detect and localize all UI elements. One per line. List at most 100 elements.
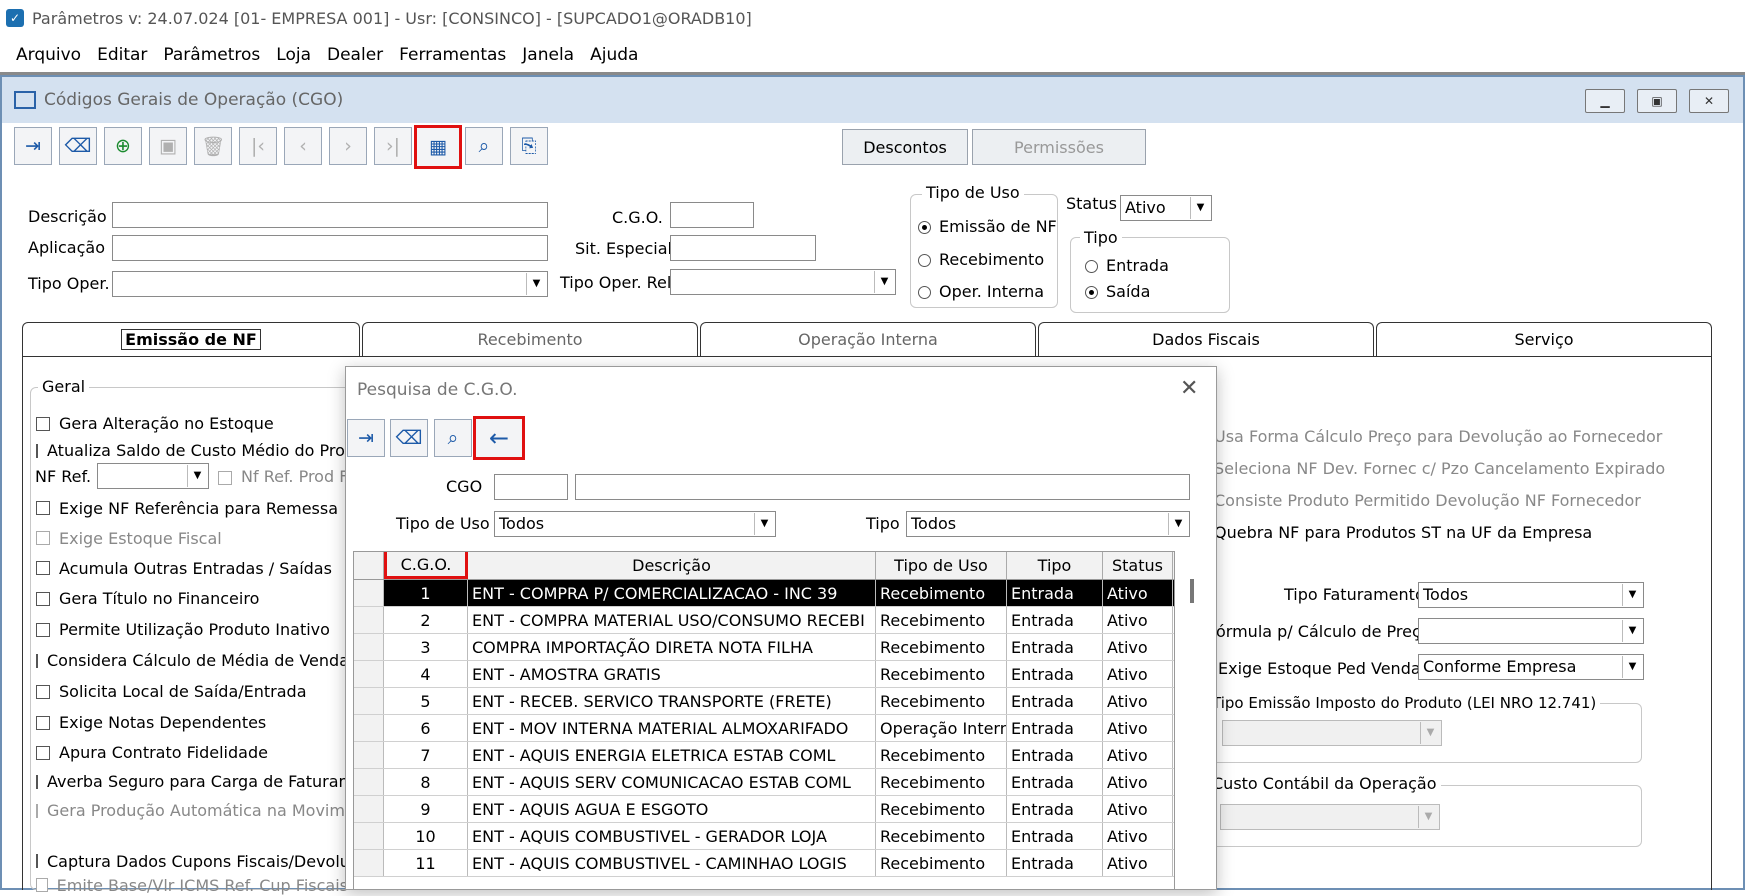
sit-especial-input[interactable] <box>670 235 816 261</box>
menu-janela[interactable]: Janela <box>522 45 574 65</box>
row-selector[interactable] <box>354 634 384 660</box>
check-apura-contrato[interactable]: Apura Contrato Fidelidade <box>36 738 348 767</box>
search-icon[interactable]: ⌕ <box>465 127 503 165</box>
row-selector[interactable] <box>354 742 384 768</box>
delete-icon[interactable]: 🗑 <box>194 127 232 165</box>
radio-saida[interactable]: Saída <box>1085 282 1150 301</box>
permissoes-button[interactable]: Permissões <box>972 129 1146 165</box>
row-selector[interactable] <box>354 580 384 606</box>
check-nf-ref-prod[interactable]: Nf Ref. Prod F <box>218 467 348 486</box>
exige-estoque-select[interactable]: Conforme Empresa ▼ <box>1418 654 1644 680</box>
check-permite-produto-inativo[interactable]: Permite Utilização Produto Inativo <box>36 614 348 645</box>
tab-recebimento[interactable]: Recebimento <box>362 322 698 356</box>
col-tipo-uso-header[interactable]: Tipo de Uso <box>876 552 1007 579</box>
save-icon[interactable]: ▣ <box>149 127 187 165</box>
col-descricao-header[interactable]: Descrição <box>468 552 876 579</box>
check-exige-nf-ref[interactable]: Exige NF Referência para Remessa <box>36 493 348 523</box>
menu-ferramentas[interactable]: Ferramentas <box>399 45 506 65</box>
table-row[interactable]: 11 ENT - AQUIS COMBUSTIVEL - CAMINHAO LOG… <box>354 850 1174 877</box>
check-seleciona-nf-dev[interactable]: Seleciona NF Dev. Fornec c/ Pzo Cancelam… <box>1214 452 1694 484</box>
tab-emissao-nf[interactable]: Emissão de NF <box>22 322 360 356</box>
add-icon[interactable]: ⊕ <box>104 127 142 165</box>
radio-oper-interna[interactable]: Oper. Interna <box>918 282 1044 301</box>
tipo-faturamento-select[interactable]: Todos ▼ <box>1418 582 1644 608</box>
check-averba-seguro[interactable]: Averba Seguro para Carga de Faturame <box>36 767 348 796</box>
aplicacao-input[interactable] <box>112 235 548 261</box>
check-captura-dados[interactable]: Captura Dados Cupons Fiscais/Devoluç <box>36 848 348 874</box>
descricao-input[interactable] <box>112 202 548 228</box>
modal-search-icon[interactable]: ⌕ <box>434 419 472 457</box>
menu-dealer[interactable]: Dealer <box>327 45 383 65</box>
check-gera-titulo[interactable]: Gera Título no Financeiro <box>36 583 348 614</box>
menu-loja[interactable]: Loja <box>276 45 311 65</box>
minimize-button[interactable]: ▁ <box>1585 89 1625 113</box>
menu-ajuda[interactable]: Ajuda <box>590 45 638 65</box>
col-cgo-header[interactable]: C.G.O. <box>384 552 468 579</box>
tab-servico[interactable]: Serviço <box>1376 322 1712 356</box>
col-tipo-header[interactable]: Tipo <box>1007 552 1103 579</box>
last-record-icon[interactable]: ›| <box>374 127 412 165</box>
row-selector[interactable] <box>354 796 384 822</box>
status-select[interactable]: Ativo ▼ <box>1120 195 1212 221</box>
table-row[interactable]: 9 ENT - AQUIS AGUA E ESGOTO Recebimento Ent… <box>354 796 1174 823</box>
prev-record-icon[interactable]: ‹ <box>284 127 322 165</box>
table-row[interactable]: 8 ENT - AQUIS SERV COMUNICACAO ESTAB COML… <box>354 769 1174 796</box>
row-selector[interactable] <box>354 715 384 741</box>
row-selector[interactable] <box>354 661 384 687</box>
eraser-icon[interactable]: ⌫ <box>59 127 97 165</box>
check-emite-base[interactable]: Emite Base/Vlr ICMS Ref. Cup Fiscais <box>36 874 348 896</box>
descontos-button[interactable]: Descontos <box>842 129 968 165</box>
check-quebra-nf[interactable]: Quebra NF para Produtos ST na UF da Empr… <box>1214 516 1694 548</box>
check-exige-estoque-fiscal[interactable]: Exige Estoque Fiscal <box>36 523 348 553</box>
check-acumula-outras[interactable]: Acumula Outras Entradas / Saídas <box>36 553 348 583</box>
grid-scrollbar[interactable] <box>1190 579 1194 603</box>
formula-select[interactable]: ▼ <box>1418 618 1644 644</box>
cgo-input[interactable] <box>670 202 754 228</box>
modal-cgo-desc-input[interactable] <box>575 474 1190 500</box>
check-considera-calculo[interactable]: Considera Cálculo de Média de Vendas <box>36 645 348 676</box>
check-solicita-local[interactable]: Solicita Local de Saída/Entrada <box>36 676 348 707</box>
menu-editar[interactable]: Editar <box>97 45 147 65</box>
tipo-oper-rel-select[interactable]: ▼ <box>670 269 896 295</box>
table-row[interactable]: 2 ENT - COMPRA MATERIAL USO/CONSUMO RECEB… <box>354 607 1174 634</box>
close-window-button[interactable]: ✕ <box>1689 89 1729 113</box>
check-consiste-produto[interactable]: Consiste Produto Permitido Devolução NF … <box>1214 484 1694 516</box>
first-record-icon[interactable]: |‹ <box>239 127 277 165</box>
modal-tipo-uso-select[interactable]: Todos ▼ <box>494 511 776 537</box>
maximize-button[interactable]: ▣ <box>1637 89 1677 113</box>
custo-contabil-select[interactable]: ▼ <box>1220 804 1440 830</box>
return-arrow-icon[interactable]: ← <box>473 416 525 460</box>
table-row[interactable]: 6 ENT - MOV INTERNA MATERIAL ALMOXARIFADO… <box>354 715 1174 742</box>
radio-entrada[interactable]: Entrada <box>1085 256 1169 275</box>
row-selector[interactable] <box>354 607 384 633</box>
check-atualiza-saldo[interactable]: Atualiza Saldo de Custo Médio do Produ <box>36 437 348 464</box>
close-icon[interactable]: ✕ <box>1180 376 1198 401</box>
table-row[interactable]: 4 ENT - AMOSTRA GRATIS Recebimento Entrada A… <box>354 661 1174 688</box>
menu-arquivo[interactable]: Arquivo <box>16 45 81 65</box>
check-gera-alteracao[interactable]: Gera Alteração no Estoque <box>36 410 348 437</box>
tipo-emissao-select[interactable]: ▼ <box>1222 720 1442 746</box>
check-usa-forma-calculo[interactable]: Usa Forma Cálculo Preço para Devolução a… <box>1214 420 1694 452</box>
table-row[interactable]: 1 ENT - COMPRA P/ COMERCIALIZACAO - INC 3… <box>354 580 1174 607</box>
menu-parametros[interactable]: Parâmetros <box>163 45 260 65</box>
table-row[interactable]: 10 ENT - AQUIS COMBUSTIVEL - GERADOR LOJA… <box>354 823 1174 850</box>
tipo-oper-select[interactable]: ▼ <box>112 271 548 297</box>
table-row[interactable]: 3 COMPRA IMPORTAÇÃO DIRETA NOTA FILHA Rece… <box>354 634 1174 661</box>
nf-ref-select[interactable]: ▼ <box>97 463 209 489</box>
row-selector[interactable] <box>354 688 384 714</box>
row-selector[interactable] <box>354 823 384 849</box>
radio-recebimento[interactable]: Recebimento <box>918 250 1044 269</box>
exit-icon[interactable]: ⇥ <box>14 127 52 165</box>
radio-emissao-nf[interactable]: Emissão de NF <box>918 217 1057 236</box>
next-record-icon[interactable]: › <box>329 127 367 165</box>
grid-search-icon[interactable]: ▦ <box>414 125 462 169</box>
row-selector[interactable] <box>354 850 384 876</box>
modal-exit-icon[interactable]: ⇥ <box>347 419 385 457</box>
modal-cgo-input[interactable] <box>494 474 568 500</box>
table-row[interactable]: 7 ENT - AQUIS ENERGIA ELETRICA ESTAB COML… <box>354 742 1174 769</box>
col-status-header[interactable]: Status <box>1103 552 1173 579</box>
modal-eraser-icon[interactable]: ⌫ <box>390 419 428 457</box>
check-exige-notas-dep[interactable]: Exige Notas Dependentes <box>36 707 348 738</box>
table-row[interactable]: 5 ENT - RECEB. SERVICO TRANSPORTE (FRETE)… <box>354 688 1174 715</box>
modal-tipo-select[interactable]: Todos ▼ <box>906 511 1190 537</box>
